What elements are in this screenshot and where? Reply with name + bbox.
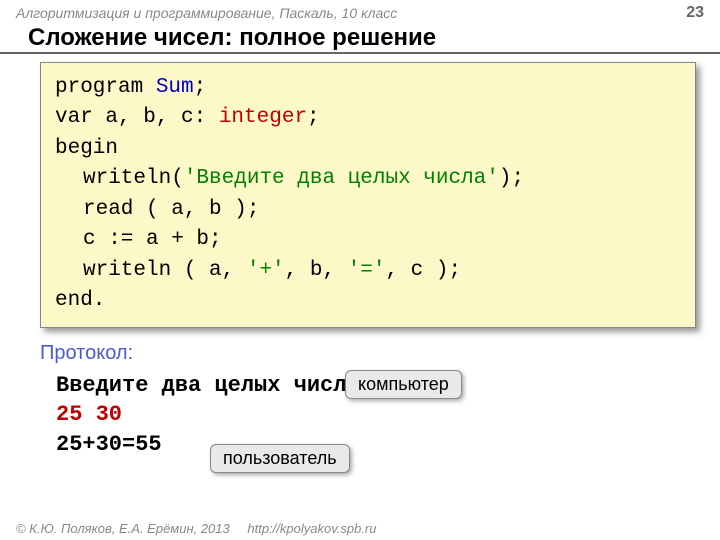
code-line: read ( a, b ); [55,195,681,225]
code-line: program Sum; [55,73,681,103]
slide-footer: © К.Ю. Поляков, Е.А. Ерёмин, 2013 http:/… [16,521,376,536]
protocol-label: Протокол: [40,342,720,365]
page-number: 23 [686,4,704,22]
callout-user: пользователь [210,444,350,473]
slide-title: Сложение чисел: полное решение [0,22,720,54]
code-line: begin [55,134,681,164]
slide-header: Алгоритмизация и программирование, Паска… [0,0,720,22]
code-line: end. [55,286,681,316]
code-line: writeln('Введите два целых числа'); [55,164,681,194]
code-block: program Sum; var a, b, c: integer; begin… [40,62,696,328]
code-line: c := a + b; [55,225,681,255]
copyright: © К.Ю. Поляков, Е.А. Ерёмин, 2013 [16,521,230,536]
output-result: 25+30=55 [56,430,720,460]
user-input: 25 30 [56,400,720,430]
code-line: var a, b, c: integer; [55,103,681,133]
code-line: writeln ( a, '+', b, '=', c ); [55,256,681,286]
breadcrumb: Алгоритмизация и программирование, Паска… [16,5,397,21]
callout-computer: компьютер [345,370,462,399]
footer-url: http://kpolyakov.spb.ru [247,521,376,536]
